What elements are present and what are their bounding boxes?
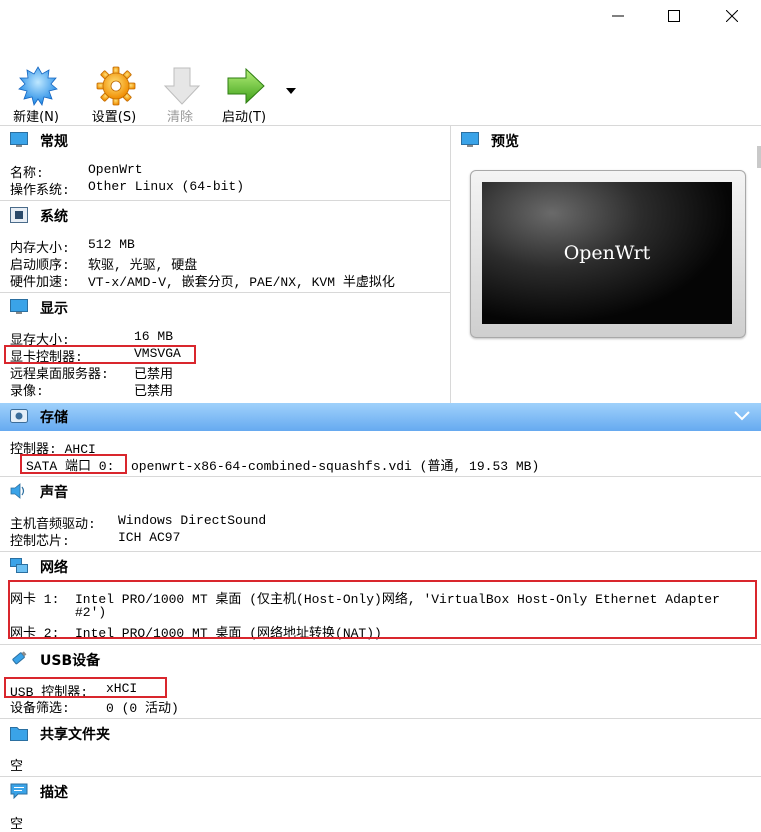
description-value: 空 — [10, 817, 24, 832]
chip-icon — [10, 207, 28, 223]
network-icon — [10, 558, 28, 573]
storage-icon — [10, 409, 28, 423]
new-label: 新建(N) — [13, 110, 59, 125]
description-icon — [10, 783, 28, 799]
divider — [0, 476, 761, 477]
minimize-icon — [612, 15, 624, 17]
usb-filters-label: 设备筛选: — [10, 701, 70, 716]
preview-screen: OpenWrt — [482, 182, 732, 324]
audio-icon — [10, 483, 25, 499]
preview-divider — [450, 126, 451, 403]
scrollbar-thumb[interactable] — [757, 146, 761, 168]
divider — [0, 776, 761, 777]
divider — [0, 551, 761, 552]
close-button[interactable] — [709, 0, 755, 32]
storage-title: 存储 — [40, 410, 68, 426]
close-icon — [726, 10, 738, 22]
description-title: 描述 — [40, 785, 68, 801]
preview-icon — [461, 132, 479, 147]
audio-chip-value: ICH AC97 — [118, 530, 181, 545]
toolbar-divider — [0, 125, 761, 126]
discard-icon — [163, 67, 201, 105]
maximize-icon — [668, 10, 680, 22]
display-title: 显示 — [40, 301, 68, 317]
usb-icon — [12, 651, 27, 665]
audio-driver-value: Windows DirectSound — [118, 513, 267, 528]
highlight-sata-port — [20, 454, 127, 474]
network-title: 网络 — [40, 560, 68, 576]
audio-chip-label: 控制芯片: — [10, 534, 70, 549]
settings-button[interactable]: 设置(S) — [82, 62, 146, 125]
recording-value: 已禁用 — [134, 384, 174, 399]
maximize-button[interactable] — [651, 0, 697, 32]
discard-label: 清除 — [166, 110, 193, 125]
start-label: 启动(T) — [221, 110, 267, 125]
highlight-network — [8, 580, 757, 639]
system-title: 系统 — [40, 209, 68, 225]
audio-title: 声音 — [40, 485, 68, 501]
os-label: 操作系统: — [10, 183, 70, 198]
shared-folders-title: 共享文件夹 — [40, 727, 110, 743]
usb-filters-value: 0 (0 活动) — [106, 701, 179, 716]
divider — [0, 292, 450, 293]
preview-frame: OpenWrt — [470, 170, 746, 338]
highlight-usb-controller — [4, 677, 167, 698]
new-icon — [18, 66, 58, 106]
settings-icon — [96, 66, 136, 106]
os-value: Other Linux (64-bit) — [88, 179, 245, 194]
folder-icon — [10, 727, 28, 741]
discard-button[interactable]: 清除 — [148, 62, 212, 125]
divider — [0, 718, 761, 719]
accel-value: VT-x/AMD-V, 嵌套分页, PAE/NX, KVM 半虚拟化 — [88, 275, 395, 290]
general-title: 常规 — [40, 134, 68, 150]
shared-folders-value: 空 — [10, 759, 24, 774]
settings-label: 设置(S) — [91, 110, 137, 125]
start-icon — [227, 67, 265, 105]
preview-screen-text: OpenWrt — [563, 242, 651, 264]
display-icon — [10, 299, 28, 314]
accel-label: 硬件加速: — [10, 275, 70, 290]
new-button[interactable]: 新建(N) — [4, 62, 68, 125]
monitor-icon — [10, 132, 28, 147]
collapse-chevron-icon[interactable] — [734, 411, 750, 421]
minimize-button[interactable] — [595, 0, 641, 32]
divider — [0, 200, 450, 201]
highlight-graphics-controller — [4, 345, 196, 364]
sata-port-value: openwrt-x86-64-combined-squashfs.vdi (普通… — [131, 459, 540, 474]
start-button[interactable]: 启动(T) — [212, 62, 276, 125]
dropdown-arrow-icon[interactable] — [286, 88, 296, 94]
usb-title: USB设备 — [40, 653, 101, 669]
divider — [0, 644, 761, 645]
recording-label: 录像: — [10, 384, 44, 399]
vram-value: 16 MB — [134, 329, 174, 344]
storage-header[interactable] — [0, 403, 761, 431]
memory-value: 512 MB — [88, 237, 135, 252]
preview-title: 预览 — [491, 134, 519, 150]
name-value: OpenWrt — [88, 162, 143, 177]
